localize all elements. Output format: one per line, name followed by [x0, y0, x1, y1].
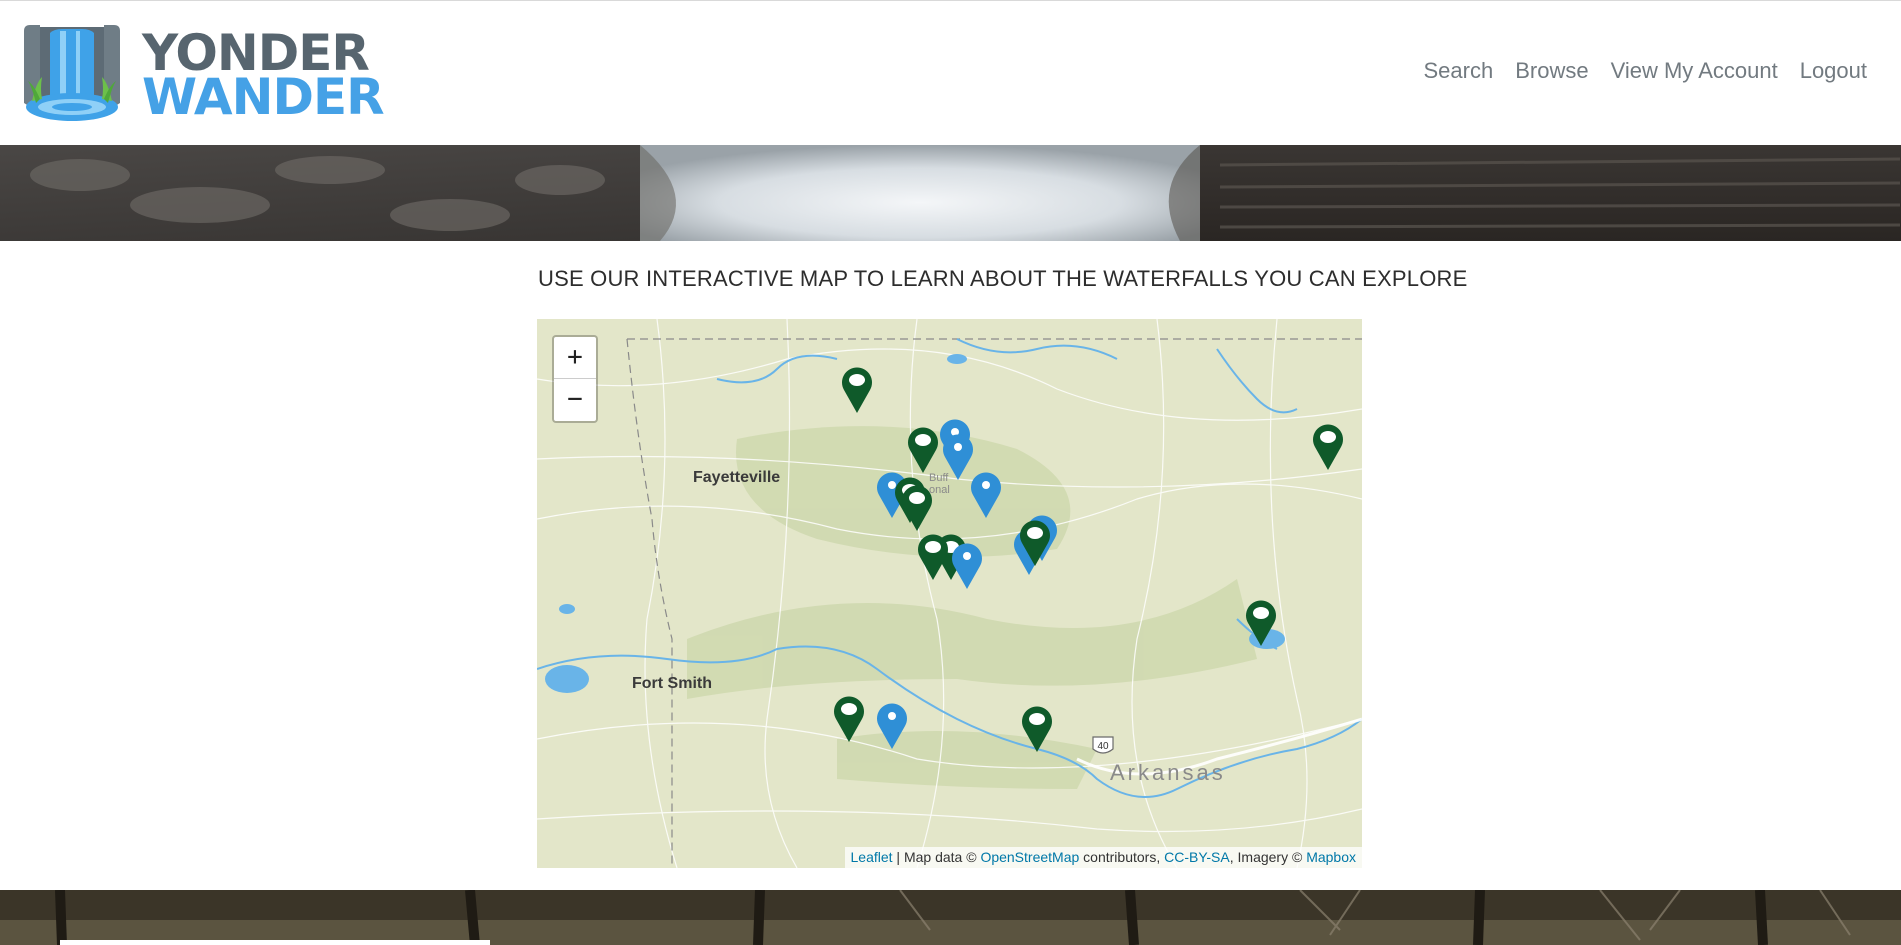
highway-shield-label: 40 — [1097, 741, 1109, 752]
footer-forest-image — [0, 890, 1901, 945]
site-header: YONDER WANDER Search Browse View My Acco… — [0, 1, 1901, 145]
city-label-fayetteville: Fayetteville — [693, 469, 780, 486]
waterfall-logo-icon — [24, 25, 120, 121]
attribution-contributors: contributors, — [1079, 849, 1165, 865]
nav-search-link[interactable]: Search — [1424, 58, 1494, 84]
waterfall-marker[interactable] — [900, 482, 934, 532]
waterfall-marker[interactable] — [1244, 597, 1278, 647]
waterfall-marker[interactable] — [875, 700, 909, 750]
waterfall-marker[interactable] — [916, 531, 950, 581]
waterfall-marker[interactable] — [1018, 517, 1052, 567]
waterfall-marker[interactable] — [969, 469, 1003, 519]
zoom-in-button[interactable]: + — [554, 337, 596, 379]
nav-account-link[interactable]: View My Account — [1611, 58, 1778, 84]
site-logo[interactable]: YONDER WANDER — [20, 23, 385, 131]
logo-wordmark: YONDER WANDER — [142, 28, 385, 126]
zoom-control: + − — [552, 335, 598, 423]
openstreetmap-link[interactable]: OpenStreetMap — [980, 849, 1079, 865]
main-nav: Search Browse View My Account Logout — [1424, 58, 1868, 84]
waterfall-marker[interactable] — [832, 693, 866, 743]
mapbox-link[interactable]: Mapbox — [1306, 849, 1356, 865]
zoom-out-button[interactable]: − — [554, 379, 596, 420]
waterfall-marker[interactable] — [1020, 703, 1054, 753]
map-base-layer[interactable]: 40 Fayetteville Fort Smith Arkansas Buff… — [537, 319, 1362, 868]
waterfall-marker[interactable] — [950, 540, 984, 590]
waterfall-marker[interactable] — [906, 424, 940, 474]
nav-browse-link[interactable]: Browse — [1515, 58, 1588, 84]
leaflet-link[interactable]: Leaflet — [851, 849, 893, 865]
page-heading: USE OUR INTERACTIVE MAP TO LEARN ABOUT T… — [538, 266, 1468, 291]
interactive-map[interactable]: 40 Fayetteville Fort Smith Arkansas Buff… — [537, 319, 1362, 868]
attribution-imagery: , Imagery © — [1229, 849, 1307, 865]
waterfall-banner-image — [0, 145, 1901, 241]
map-attribution: Leaflet | Map data © OpenStreetMap contr… — [844, 847, 1362, 868]
waterfall-marker[interactable] — [1311, 421, 1345, 471]
city-label-fort-smith: Fort Smith — [632, 675, 712, 692]
state-label-arkansas: Arkansas — [1110, 760, 1226, 785]
license-link[interactable]: CC-BY-SA — [1164, 849, 1230, 865]
logo-line-2: WANDER — [142, 68, 385, 126]
nav-logout-link[interactable]: Logout — [1800, 58, 1867, 84]
waterfall-marker[interactable] — [840, 364, 874, 414]
attribution-separator: | Map data © — [892, 849, 981, 865]
